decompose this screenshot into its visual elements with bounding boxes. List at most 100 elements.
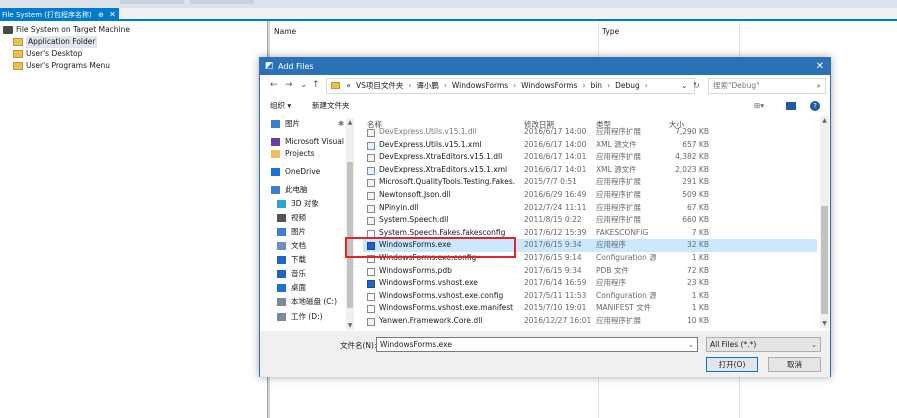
chevron-right-icon[interactable]: › <box>645 81 648 90</box>
file-row[interactable]: Microsoft.QualityTools.Testing.Fakes. 201… <box>363 176 817 189</box>
file-name: WindowsForms.vshost.exe.manifest <box>379 303 514 313</box>
chevron-right-icon[interactable]: › <box>582 81 585 90</box>
file-row[interactable]: System.Speech.dll 2011/8/15 0:22 应用程序扩展 660… <box>363 214 817 227</box>
nav-item[interactable]: 音乐 <box>277 268 306 279</box>
file-row[interactable]: WindowsForms.vshost.exe 2017/6/14 16:59 应用… <box>363 277 817 290</box>
nav-item[interactable]: 图片 ✱ <box>271 118 344 129</box>
nav-item[interactable]: 此电脑 <box>271 184 308 195</box>
chevron-right-icon[interactable]: › <box>607 81 610 90</box>
file-row[interactable]: WindowsForms.vshost.exe.manifest 2015/7/1… <box>363 302 817 315</box>
tree-item[interactable]: User's Programs Menu <box>3 60 130 72</box>
sort-ascending-icon: ^ <box>439 118 445 122</box>
nav-item[interactable]: 桌面 <box>277 282 306 293</box>
tree-item-label: User's Programs Menu <box>26 61 110 70</box>
scroll-down-icon[interactable]: ▼ <box>346 322 354 329</box>
nav-item[interactable]: 文档 <box>277 240 306 251</box>
nav-item-label: 工作 (D:) <box>291 312 323 321</box>
command-bar: 组织 ▾ 新建文件夹 ⊞▾ ? <box>270 100 826 112</box>
nav-item-label: 文档 <box>291 241 306 250</box>
column-header-type[interactable]: Type <box>602 27 619 36</box>
file-row[interactable]: WindowsForms.pdb 2017/6/15 9:34 PDB 文件 72 K… <box>363 265 817 278</box>
nav-item[interactable]: 图片 <box>277 226 306 237</box>
scrollbar-thumb[interactable] <box>347 162 353 308</box>
file-type: 应用程序扩展 <box>596 202 641 212</box>
downloads-icon <box>277 255 286 264</box>
breadcrumb-segment[interactable]: bin <box>590 81 602 90</box>
computer-icon <box>3 26 13 34</box>
file-type-filter[interactable]: All Files (*.*) ⌄ <box>706 337 821 352</box>
file-row[interactable]: WindowsForms.vshost.exe.config 2017/5/11 … <box>363 290 817 303</box>
breadcrumb-segment[interactable]: WindowsForms <box>521 81 577 90</box>
file-row[interactable]: DevExpress.Utils.v15.1.xml 2016/6/17 14:0… <box>363 139 817 152</box>
tab-close-icon[interactable]: ✕ <box>109 10 116 19</box>
filename-input[interactable]: WindowsForms.exe ⌄ <box>376 337 698 352</box>
file-type: XML 源文件 <box>596 139 637 149</box>
file-size: 10 KB <box>687 316 709 325</box>
breadcrumb-segment[interactable]: WindowsForms <box>452 81 508 90</box>
open-button[interactable]: 打开(O) <box>706 357 758 372</box>
pin-icon[interactable]: ✱ <box>338 118 344 129</box>
file-row[interactable]: DevExpress.XtraEditors.v15.1.dll 2016/6/1… <box>363 151 817 164</box>
breadcrumb-segment[interactable]: Debug <box>615 81 640 90</box>
scrollbar-thumb[interactable] <box>821 206 828 314</box>
tree-item[interactable]: Application Folder <box>3 36 130 48</box>
pin-icon[interactable]: ⊕ <box>98 11 104 19</box>
chevron-right-icon[interactable]: › <box>408 81 411 90</box>
address-dropdown-icon[interactable]: ⌄ <box>681 81 688 90</box>
nav-item[interactable]: 下载 <box>277 254 306 265</box>
nav-item[interactable]: 视频 <box>277 212 306 223</box>
file-row[interactable]: DevExpress.XtraEditors.v15.1.xml 2016/6/1… <box>363 164 817 177</box>
file-list-scrollbar[interactable]: ▲ ▼ <box>820 116 829 328</box>
view-options-icon[interactable]: ⊞▾ <box>754 100 764 112</box>
help-icon[interactable]: ? <box>810 101 820 111</box>
breadcrumb-segment[interactable]: « <box>346 81 351 90</box>
preview-pane-icon[interactable] <box>786 102 796 110</box>
column-header-name[interactable]: Name <box>274 27 296 36</box>
nav-item[interactable]: 工作 (D:) <box>277 311 323 322</box>
address-bar[interactable]: « VS项目文件夹 › 谭小鹏 › WindowsForms › WindowsForms › b… <box>326 78 695 94</box>
navigation-pane-scrollbar[interactable]: ▲ ▼ <box>346 118 354 330</box>
scroll-down-icon[interactable]: ▼ <box>820 320 829 327</box>
file-row[interactable]: NPinyin.dll 2012/7/24 11:11 应用程序扩展 67 KB <box>363 202 817 215</box>
chevron-right-icon[interactable]: › <box>444 81 447 90</box>
file-date: 2017/6/14 16:59 <box>524 278 587 288</box>
recent-locations-icon[interactable]: ⌄ <box>300 80 308 90</box>
nav-item[interactable]: OneDrive <box>271 166 320 177</box>
back-arrow-icon[interactable]: ← <box>270 80 278 90</box>
search-input[interactable]: 搜索"Debug" ⌕ <box>708 78 826 94</box>
chevron-right-icon[interactable]: › <box>513 81 516 90</box>
file-date: 2016/6/17 14:01 <box>524 164 587 174</box>
file-row[interactable]: DevExpress.Utils.v15.1.dll 2016/6/17 14:0… <box>363 126 817 139</box>
folder-icon <box>13 50 23 58</box>
file-type: Configuration 源 <box>596 290 656 300</box>
file-size: 1 KB <box>691 303 709 313</box>
breadcrumb-segment[interactable]: VS项目文件夹 <box>356 81 403 90</box>
file-name: WindowsForms.vshost.exe.config <box>379 290 504 300</box>
file-row[interactable]: Yanwen.Framework.Core.dll 2016/12/27 16:0… <box>363 315 817 328</box>
tree-item-label: File System on Target Machine <box>16 25 130 34</box>
dialog-title-bar[interactable]: ◩ Add Files ✕ <box>260 58 830 75</box>
tab-file-system[interactable]: File System (打包程序名称) ⊕ ✕ <box>0 8 119 21</box>
nav-item[interactable]: Microsoft Visual <box>271 136 344 147</box>
nav-item[interactable]: 本地磁盘 (C:) <box>277 296 337 307</box>
refresh-icon[interactable]: ↻ <box>693 81 700 90</box>
file-list: 名称 ^ 修改日期 类型 大小 DevExpress.Utils.v15.1.d… <box>363 118 817 330</box>
tree-item[interactable]: User's Desktop <box>3 48 130 60</box>
file-size: 291 KB <box>682 177 709 187</box>
chevron-down-icon[interactable]: ⌄ <box>688 338 694 351</box>
close-icon[interactable]: ✕ <box>816 58 824 75</box>
file-type: 应用程序 <box>596 278 626 288</box>
tree-item[interactable]: File System on Target Machine <box>3 24 130 36</box>
scroll-up-icon[interactable]: ▲ <box>820 117 829 124</box>
organize-button[interactable]: 组织 ▾ <box>270 100 291 112</box>
nav-item-label: 视频 <box>291 213 306 222</box>
nav-item[interactable]: Projects <box>271 148 315 159</box>
file-row[interactable]: Newtonsoft.Json.dll 2016/6/29 16:49 应用程序扩展… <box>363 189 817 202</box>
nav-item[interactable]: 3D 对象 <box>277 198 319 209</box>
breadcrumb-segment[interactable]: 谭小鹏 <box>416 81 439 90</box>
scroll-up-icon[interactable]: ▲ <box>346 119 354 126</box>
new-folder-button[interactable]: 新建文件夹 <box>312 100 350 112</box>
forward-arrow-icon[interactable]: → <box>285 80 293 90</box>
up-arrow-icon[interactable]: ↑ <box>312 80 320 90</box>
cancel-button[interactable]: 取消 <box>768 357 821 372</box>
